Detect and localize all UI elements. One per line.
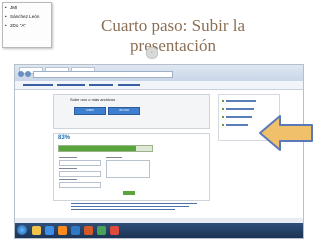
media-player-icon[interactable] — [58, 226, 67, 235]
form-field[interactable] — [59, 171, 101, 177]
side-link[interactable] — [226, 124, 248, 126]
progress-percent: 83% — [58, 135, 71, 141]
upload-heading: Sube uno o más archivos — [70, 97, 116, 102]
slide-title: Cuarto paso: Subir la presentación — [70, 16, 276, 56]
side-link[interactable] — [226, 108, 254, 110]
address-bar[interactable] — [33, 71, 173, 78]
note-card: JMI Sánchez León 2Do "A" — [2, 2, 52, 48]
side-bullet-icon — [222, 124, 224, 126]
bookmark-link[interactable] — [118, 84, 140, 86]
footer-text-line — [71, 203, 197, 204]
note-item-3: 2Do "A" — [3, 22, 51, 30]
field-label — [59, 179, 77, 180]
taskbar — [15, 223, 303, 238]
slide-title-line-2: presentación — [130, 36, 216, 55]
left-arrow-icon — [259, 115, 313, 151]
side-bullet-icon — [222, 108, 224, 110]
form-field[interactable] — [59, 182, 101, 188]
page-footer — [71, 202, 201, 212]
windows-start-icon[interactable] — [17, 225, 27, 235]
forward-icon[interactable] — [25, 71, 31, 77]
bookmark-link[interactable] — [57, 84, 85, 86]
bookmark-link[interactable] — [23, 84, 53, 86]
browser-icon[interactable] — [45, 226, 54, 235]
slide-title-line-1: Cuarto paso: Subir la — [100, 16, 245, 35]
word-icon[interactable] — [71, 226, 80, 235]
back-icon[interactable] — [18, 71, 24, 77]
footer-text-line — [71, 206, 189, 207]
powerpoint-icon[interactable] — [84, 226, 93, 235]
save-button[interactable] — [123, 191, 135, 195]
progress-bar-fill — [59, 146, 137, 151]
note-item-2: Sánchez León — [3, 13, 51, 21]
side-link[interactable] — [226, 100, 256, 102]
form-field[interactable] — [59, 160, 101, 166]
app-icon[interactable] — [110, 226, 119, 235]
note-list: JMI Sánchez León 2Do "A" — [3, 4, 51, 30]
bookmarks-bar — [15, 81, 303, 90]
browser-chrome — [15, 65, 303, 81]
progress-bar — [58, 145, 153, 152]
folder-icon[interactable] — [32, 226, 41, 235]
upload-button-2[interactable]: UPLOAD — [108, 107, 140, 115]
excel-icon[interactable] — [97, 226, 106, 235]
webpage: Sube uno o más archivos SUBIR UPLOAD 83% — [15, 90, 303, 218]
field-label — [59, 168, 77, 169]
description-textarea[interactable] — [106, 160, 150, 178]
side-link[interactable] — [226, 116, 252, 118]
field-label — [59, 157, 77, 158]
upload-button-1[interactable]: SUBIR — [74, 107, 106, 115]
bookmark-link[interactable] — [89, 84, 113, 86]
note-item-1: JMI — [3, 4, 51, 12]
side-bullet-icon — [222, 116, 224, 118]
slide-nav-icon[interactable]: ◦ — [146, 47, 158, 59]
side-bullet-icon — [222, 100, 224, 102]
footer-text-line — [71, 209, 175, 210]
field-label — [106, 157, 122, 158]
